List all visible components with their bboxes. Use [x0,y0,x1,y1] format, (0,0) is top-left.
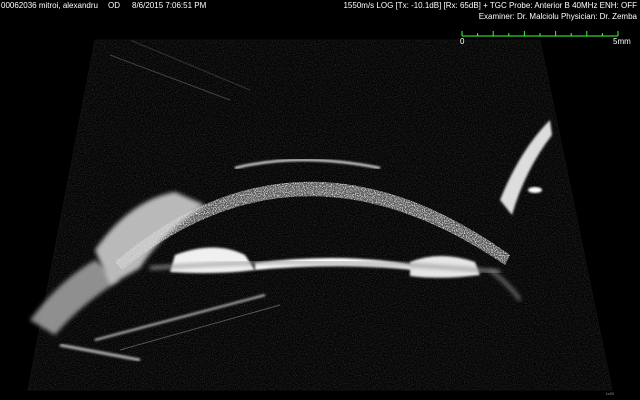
scale-bar [461,31,619,37]
scale-end-label: 5mm [613,37,631,46]
ultrasound-image [27,31,619,391]
scale-start-label: 0 [460,37,465,46]
corner-label: 1x85 [605,391,614,396]
